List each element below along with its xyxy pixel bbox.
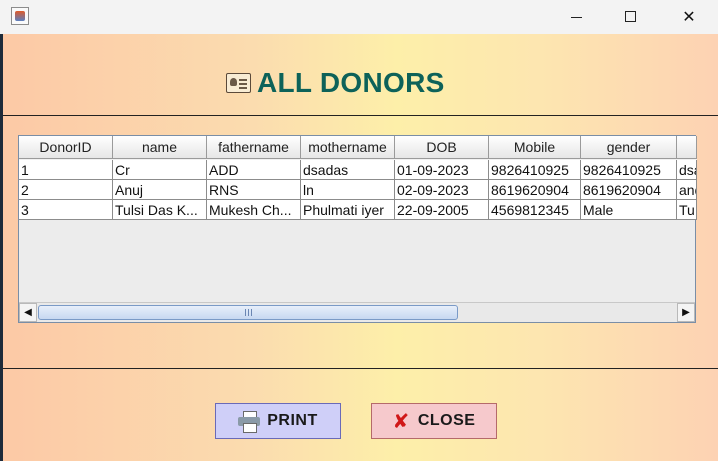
close-label: CLOSE [417, 412, 476, 429]
column-header-gender[interactable]: gender [581, 136, 677, 159]
column-header-fathername[interactable]: fathername [207, 136, 301, 159]
table-cell[interactable]: and [677, 180, 697, 200]
table-cell[interactable]: Cr [113, 160, 207, 180]
table-cell[interactable]: dsa [677, 160, 697, 180]
table-cell[interactable]: dsadas [301, 160, 395, 180]
column-header-dob[interactable]: DOB [395, 136, 489, 159]
table-cell[interactable]: 8619620904 [581, 180, 677, 200]
table-cell[interactable]: ln [301, 180, 395, 200]
title-bar: ✕ [0, 0, 718, 34]
page-heading: ALL DONORS [226, 66, 445, 100]
table-cell[interactable]: Phulmati iyer [301, 200, 395, 220]
column-header-name[interactable]: name [113, 136, 207, 159]
page-title: ALL DONORS [257, 67, 445, 98]
scrollbar-thumb[interactable] [38, 305, 458, 320]
bottom-divider [3, 368, 718, 369]
table-cell[interactable]: 8619620904 [489, 180, 581, 200]
column-header-donorid[interactable]: DonorID [19, 136, 113, 159]
column-header-extra[interactable] [677, 136, 697, 159]
table-cell[interactable]: ADD [207, 160, 301, 180]
grip-icon [244, 309, 252, 316]
minimize-button[interactable] [553, 0, 599, 32]
print-label: PRINT [267, 412, 318, 429]
close-icon: ✕ [682, 6, 696, 26]
table-cell[interactable]: Mukesh Ch... [207, 200, 301, 220]
table-body: 1 Cr ADD dsadas 01-09-2023 9826410925 98… [19, 160, 697, 220]
table-cell[interactable]: 2 [19, 180, 113, 200]
table-cell[interactable]: 9826410925 [581, 160, 677, 180]
top-divider [3, 115, 718, 116]
table-cell[interactable]: 02-09-2023 [395, 180, 489, 200]
column-header-mobile[interactable]: Mobile [489, 136, 581, 159]
table-cell[interactable]: 01-09-2023 [395, 160, 489, 180]
print-button[interactable]: PRINT [215, 403, 341, 439]
table-row[interactable]: 3 Tulsi Das K... Mukesh Ch... Phulmati i… [19, 200, 697, 220]
minimize-icon [570, 16, 582, 18]
maximize-button[interactable] [607, 0, 653, 32]
scroll-left-button[interactable]: ◀ [19, 303, 37, 322]
x-icon: ✘ [392, 409, 410, 433]
table-cell[interactable]: 1 [19, 160, 113, 180]
table-cell[interactable]: 22-09-2005 [395, 200, 489, 220]
table-cell[interactable]: Male [581, 200, 677, 220]
arrow-left-icon: ◀ [24, 307, 32, 318]
window-close-button[interactable]: ✕ [666, 0, 712, 32]
table-cell[interactable]: Tu [677, 200, 697, 220]
maximize-icon [624, 10, 636, 22]
table-row[interactable]: 1 Cr ADD dsadas 01-09-2023 9826410925 98… [19, 160, 697, 180]
printer-icon [238, 411, 261, 433]
close-button[interactable]: ✘ CLOSE [371, 403, 497, 439]
table-cell[interactable]: Anuj [113, 180, 207, 200]
table-cell[interactable]: 4569812345 [489, 200, 581, 220]
arrow-right-icon: ▶ [682, 307, 690, 318]
table-header: DonorID name fathername mothername DOB M… [19, 136, 697, 160]
horizontal-scrollbar[interactable]: ◀ ▶ [19, 302, 695, 322]
table-cell[interactable]: 3 [19, 200, 113, 220]
donors-table[interactable]: DonorID name fathername mothername DOB M… [18, 135, 697, 323]
table-cell[interactable]: RNS [207, 180, 301, 200]
table-row[interactable]: 2 Anuj RNS ln 02-09-2023 8619620904 8619… [19, 180, 697, 200]
table-cell[interactable]: Tulsi Das K... [113, 200, 207, 220]
table-cell[interactable]: 9826410925 [489, 160, 581, 180]
column-header-mothername[interactable]: mothername [301, 136, 395, 159]
scroll-right-button[interactable]: ▶ [677, 303, 695, 322]
java-app-icon [11, 7, 29, 25]
donor-card-icon [226, 73, 251, 93]
